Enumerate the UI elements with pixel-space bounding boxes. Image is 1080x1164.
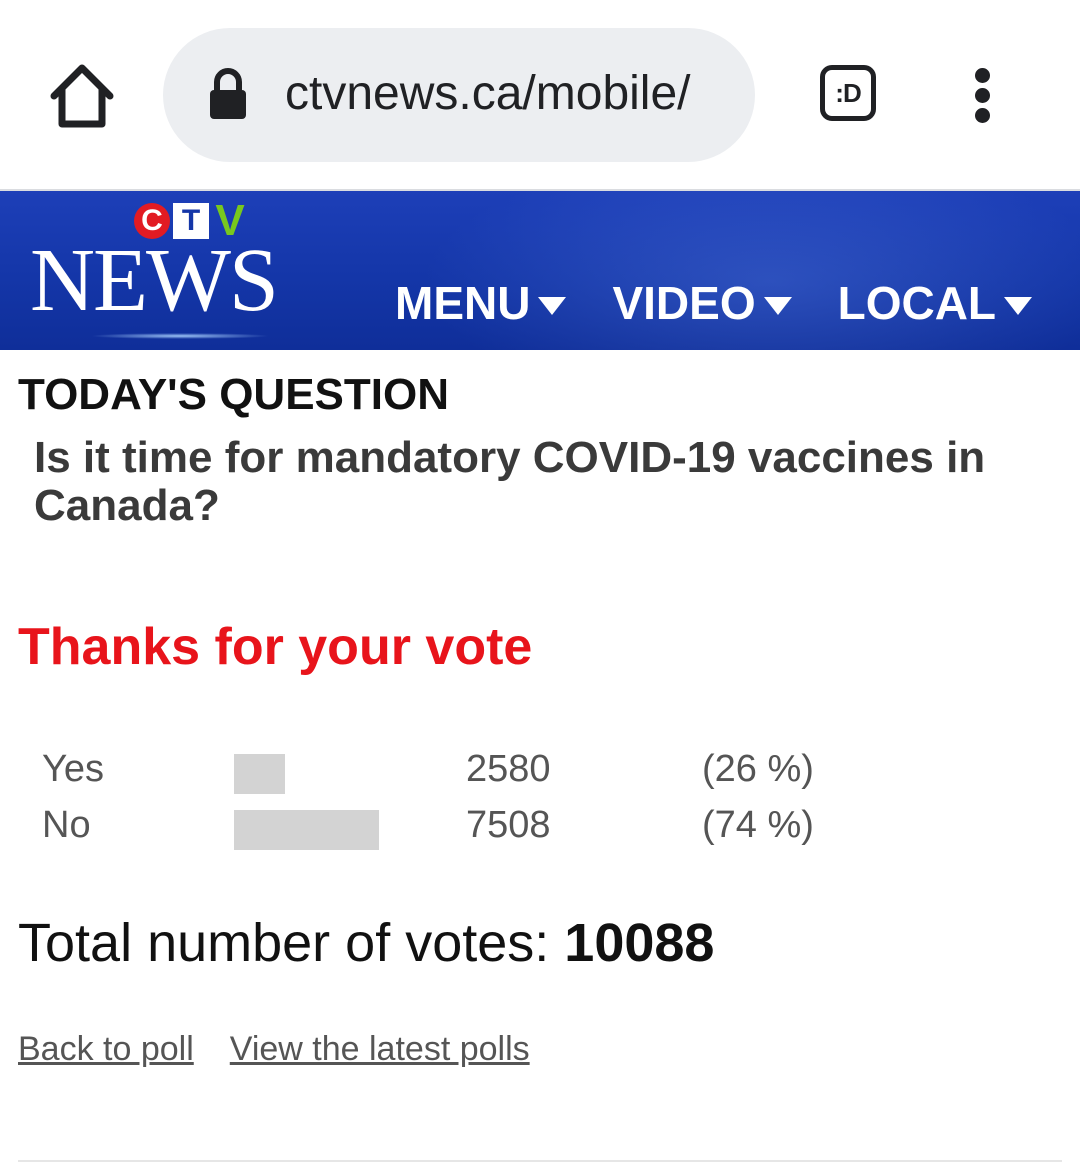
nav-menu-label: MENU [395, 277, 531, 329]
result-count: 7508 [466, 804, 551, 846]
result-label: Yes [42, 748, 104, 790]
divider [18, 1160, 1062, 1162]
address-bar[interactable]: ctvnews.ca/mobile/ [163, 28, 755, 162]
nav-video-label: VIDEO [612, 277, 756, 329]
total-votes-label: Total number of votes: [18, 913, 565, 973]
result-label: No [42, 804, 91, 846]
url-text: ctvnews.ca/mobile/ [285, 67, 691, 120]
caret-down-icon [763, 297, 792, 315]
more-vert-icon[interactable] [968, 64, 1004, 126]
ctv-news-logo[interactable]: C T V NEWS [30, 196, 290, 343]
result-count: 2580 [466, 748, 551, 790]
lock-icon [209, 68, 247, 120]
result-percent: (26 %) [702, 748, 814, 790]
caret-down-icon [538, 297, 567, 315]
nav-video[interactable]: VIDEO [612, 277, 792, 329]
result-bar [234, 754, 285, 794]
result-bar [234, 810, 379, 850]
result-row-no: No 7508 (74 %) [42, 802, 942, 858]
back-to-poll-link[interactable]: Back to poll [18, 1030, 194, 1069]
caret-down-icon [1004, 297, 1033, 315]
poll-question: Is it time for mandatory COVID-19 vaccin… [34, 433, 986, 530]
total-votes: Total number of votes: 10088 [18, 912, 714, 974]
result-row-yes: Yes 2580 (26 %) [42, 746, 942, 802]
tab-switcher-button[interactable]: :D [820, 65, 876, 121]
nav-local-label: LOCAL [837, 277, 997, 329]
result-percent: (74 %) [702, 804, 814, 846]
total-votes-value: 10088 [564, 913, 715, 973]
poll-links: Back to poll View the latest polls [18, 1030, 530, 1069]
browser-toolbar: ctvnews.ca/mobile/ :D [0, 0, 1080, 191]
news-wordmark: NEWS [30, 231, 279, 330]
nav-menu[interactable]: MENU [395, 277, 567, 329]
latest-polls-link[interactable]: View the latest polls [230, 1030, 530, 1069]
main-nav: MENU VIDEO LOCAL [395, 277, 1033, 329]
logo-glow [90, 333, 270, 339]
site-header: C T V NEWS MENU VIDEO LOCAL [0, 191, 1080, 350]
home-icon[interactable] [46, 60, 118, 132]
nav-local[interactable]: LOCAL [837, 277, 1033, 329]
thanks-message: Thanks for your vote [18, 618, 533, 676]
poll-results: Yes 2580 (26 %) No 7508 (74 %) [42, 746, 942, 858]
poll-heading: TODAY'S QUESTION [18, 370, 449, 419]
